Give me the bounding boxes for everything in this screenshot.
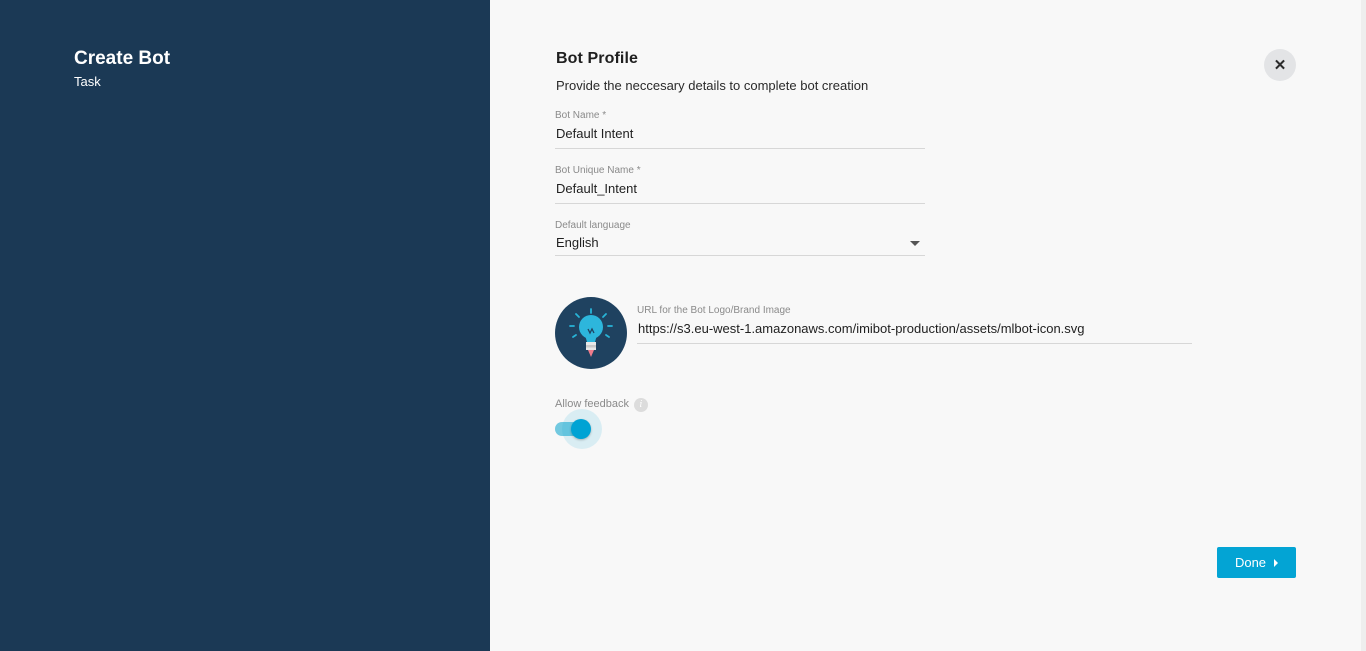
- language-value[interactable]: English: [555, 231, 925, 255]
- chevron-right-icon: [1274, 558, 1279, 567]
- bot-unique-name-field: Bot Unique Name *: [555, 165, 925, 204]
- left-panel: Create Bot Task: [0, 0, 490, 651]
- done-button-label: Done: [1234, 555, 1267, 570]
- bot-name-label: Bot Name *: [555, 110, 607, 121]
- bot-logo: [555, 297, 627, 369]
- done-button[interactable]: Done: [1217, 547, 1296, 578]
- bot-name-input[interactable]: [555, 121, 925, 146]
- language-select[interactable]: Default language English: [555, 220, 925, 256]
- info-icon[interactable]: i: [634, 398, 648, 412]
- feedback-label: Allow feedback: [555, 398, 629, 410]
- toggle-thumb[interactable]: [571, 419, 591, 439]
- bot-unique-name-input[interactable]: [555, 176, 925, 201]
- close-button[interactable]: ✕: [1264, 49, 1296, 81]
- section-title: Bot Profile: [556, 50, 638, 67]
- logo-url-input[interactable]: [637, 316, 1192, 341]
- bot-name-field: Bot Name *: [555, 110, 925, 149]
- lightbulb-icon: [569, 308, 613, 357]
- page-subtitle: Task: [74, 74, 101, 89]
- close-icon: ✕: [1273, 57, 1287, 74]
- chevron-down-icon[interactable]: [910, 241, 920, 246]
- bot-unique-name-label: Bot Unique Name *: [555, 165, 641, 176]
- language-label: Default language: [555, 220, 631, 231]
- page-title: Create Bot: [74, 48, 171, 69]
- scrollbar[interactable]: [1361, 0, 1366, 651]
- logo-url-field: URL for the Bot Logo/Brand Image: [637, 305, 1192, 344]
- section-description: Provide the neccesary details to complet…: [556, 78, 869, 93]
- feedback-toggle[interactable]: [555, 409, 602, 449]
- logo-url-label: URL for the Bot Logo/Brand Image: [637, 305, 791, 316]
